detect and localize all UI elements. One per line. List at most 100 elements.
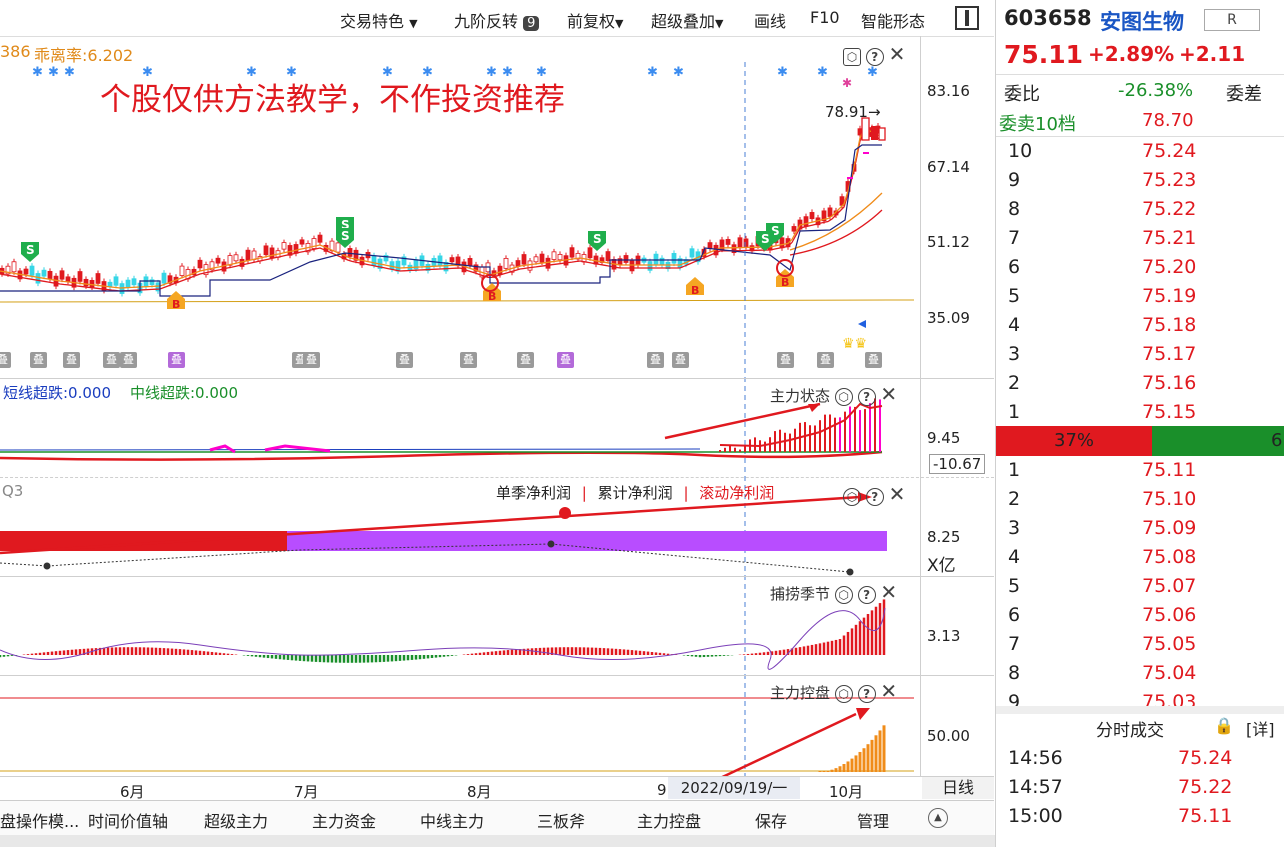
overlay-stack-icon[interactable]: 叠 [557,352,574,368]
hexagon-settings-icon[interactable]: ⬡ [834,388,853,406]
bid-row[interactable]: 5 75.07 [996,572,1284,601]
bid-row[interactable]: 8 75.04 [996,659,1284,688]
bid-row[interactable]: 2 75.10 [996,485,1284,514]
bid-row[interactable]: 7 75.05 [996,630,1284,659]
zl-panel-controls: 主力状态 ⬡ ? ✕ [770,382,897,406]
legend-rolling-profit[interactable]: 滚动净利润 [699,484,774,502]
candle [335,242,341,253]
close-icon[interactable]: ✕ [880,679,897,703]
expand-up-icon[interactable]: ▲ [928,808,948,828]
toolbar-forward-adjust[interactable]: 前复权▼ [567,8,623,32]
stock-code: 603658 [1004,6,1092,30]
star-icon: ✱ [647,65,658,80]
ask-row[interactable]: 4 75.18 [996,311,1284,340]
tab-mid-main[interactable]: 中线主力 [420,808,484,832]
overlay-stack-icon[interactable]: 叠 [817,352,834,368]
period-label[interactable]: 日线 [922,777,994,799]
ask-row[interactable]: 2 75.16 [996,369,1284,398]
overlay-stack-icon[interactable]: 叠 [168,352,185,368]
tab-three-axes[interactable]: 三板斧 [537,808,585,832]
close-icon[interactable]: ✕ [889,482,906,506]
close-icon[interactable]: ✕ [889,42,906,66]
legend-quarterly-profit[interactable]: 单季净利润 [496,484,571,502]
control-bar [846,761,850,772]
bid-level: 4 [1008,546,1021,568]
kline-chart[interactable]: ✱ ✱ ✱ ✱ ✱ ✱ ✱ ✱ ✱ ✱ ✱ ✱ ✱ ✱ ✱ ✱✱SSS SSSBB BB♛♛ [0,36,920,776]
axis-label-price: 67.14 [927,158,970,176]
zl-line-blue [0,448,701,451]
ask-row[interactable]: 3 75.17 [996,340,1284,369]
profit-bar-red [0,531,287,551]
tab-super-main[interactable]: 超级主力 [204,808,268,832]
hexagon-settings-icon[interactable]: ⬡ [843,488,861,506]
overlay-stack-icon[interactable]: 叠 [865,352,882,368]
lock-icon[interactable]: 🔒 [1214,716,1234,735]
chart-toolbar: 交易特色 ▼ 九阶反转 9 前复权▼ 超级叠加▼ 画线 F10 智能形态 [0,0,994,37]
overlay-stack-icon[interactable]: 叠 [303,352,320,368]
ask-row[interactable]: 5 75.19 [996,282,1284,311]
overlay-stack-icon[interactable]: 叠 [103,352,120,368]
overlay-stack-icon[interactable]: 叠 [0,352,11,368]
bid-row[interactable]: 3 75.09 [996,514,1284,543]
detail-link[interactable]: [详] [1246,716,1275,740]
trade-time: 14:56 [1008,747,1063,769]
toolbar-trade-feature[interactable]: 交易特色 ▼ [340,8,418,32]
ask-price: 75.21 [1142,227,1197,249]
hexagon-settings-icon[interactable]: ⬡ [834,685,853,703]
ask-row[interactable]: 7 75.21 [996,224,1284,253]
overlay-stack-icon[interactable]: 叠 [672,352,689,368]
overlay-stack-icon[interactable]: 叠 [517,352,534,368]
overlay-stack-icon[interactable]: 叠 [30,352,47,368]
candle [707,242,713,249]
hexagon-settings-icon[interactable]: ⬡ [834,586,853,604]
help-icon[interactable]: ? [857,388,876,406]
ask-row[interactable]: 9 75.23 [996,166,1284,195]
ask-row[interactable]: 10 75.24 [996,137,1284,166]
tab-manage[interactable]: 管理 [857,808,889,832]
bid-row[interactable]: 1 75.11 [996,456,1284,485]
panel-toggle-icon[interactable] [955,6,979,30]
overlay-stack-icon[interactable]: 叠 [120,352,137,368]
close-icon[interactable]: ✕ [880,382,897,406]
toolbar-f10[interactable]: F10 [810,8,840,27]
tab-time-value-axis[interactable]: 时间价值轴 [88,808,168,832]
hexagon-settings-icon[interactable]: ⬡ [843,48,861,66]
ask-row[interactable]: 1 75.15 [996,398,1284,427]
tab-main-control[interactable]: 主力控盘 [637,808,701,832]
sell-signal-label: S [761,232,770,246]
mid-oversold-label: 中线超跌:0.000 [130,384,238,402]
close-icon[interactable]: ✕ [880,580,897,604]
help-icon[interactable]: ? [857,586,876,604]
toolbar-super-overlay[interactable]: 超级叠加▼ [651,8,723,32]
ask10-label[interactable]: 委卖10档 [999,110,1076,136]
overlay-stack-icon[interactable]: 叠 [396,352,413,368]
overlay-stack-icon[interactable]: 叠 [647,352,664,368]
candle [83,278,89,287]
tab-operation-mode[interactable]: 盘操作模... [0,808,79,832]
legend-cumulative-profit[interactable]: 累计净利润 [598,484,673,502]
bid-row[interactable]: 6 75.06 [996,601,1284,630]
help-icon[interactable]: ? [865,488,884,506]
candle [587,247,593,259]
help-icon[interactable]: ? [865,48,884,66]
ask-row[interactable]: 8 75.22 [996,195,1284,224]
candle [299,239,305,245]
tab-main-funds[interactable]: 主力资金 [312,808,376,832]
overlay-stack-icon[interactable]: 叠 [63,352,80,368]
bid-price: 75.06 [1142,604,1197,626]
candle [659,257,665,266]
overlay-stack-icon[interactable]: 叠 [460,352,477,368]
bid-row[interactable]: 4 75.08 [996,543,1284,572]
candle [569,247,575,258]
toolbar-draw-line[interactable]: 画线 [754,8,786,32]
help-icon[interactable]: ? [857,685,876,703]
price-axis: 83.16 67.14 51.12 35.09 9.45 -10.67 8.25… [920,36,995,776]
ask-row[interactable]: 6 75.20 [996,253,1284,282]
toolbar-smart-pattern[interactable]: 智能形态 [861,8,925,32]
overlay-stack-icon[interactable]: 叠 [777,352,794,368]
sell-signal-label: S [341,229,350,243]
toolbar-nine-reversal[interactable]: 九阶反转 9 [454,8,540,32]
candle [233,254,239,262]
r-button[interactable]: R [1204,9,1260,31]
tab-save[interactable]: 保存 [755,808,787,832]
